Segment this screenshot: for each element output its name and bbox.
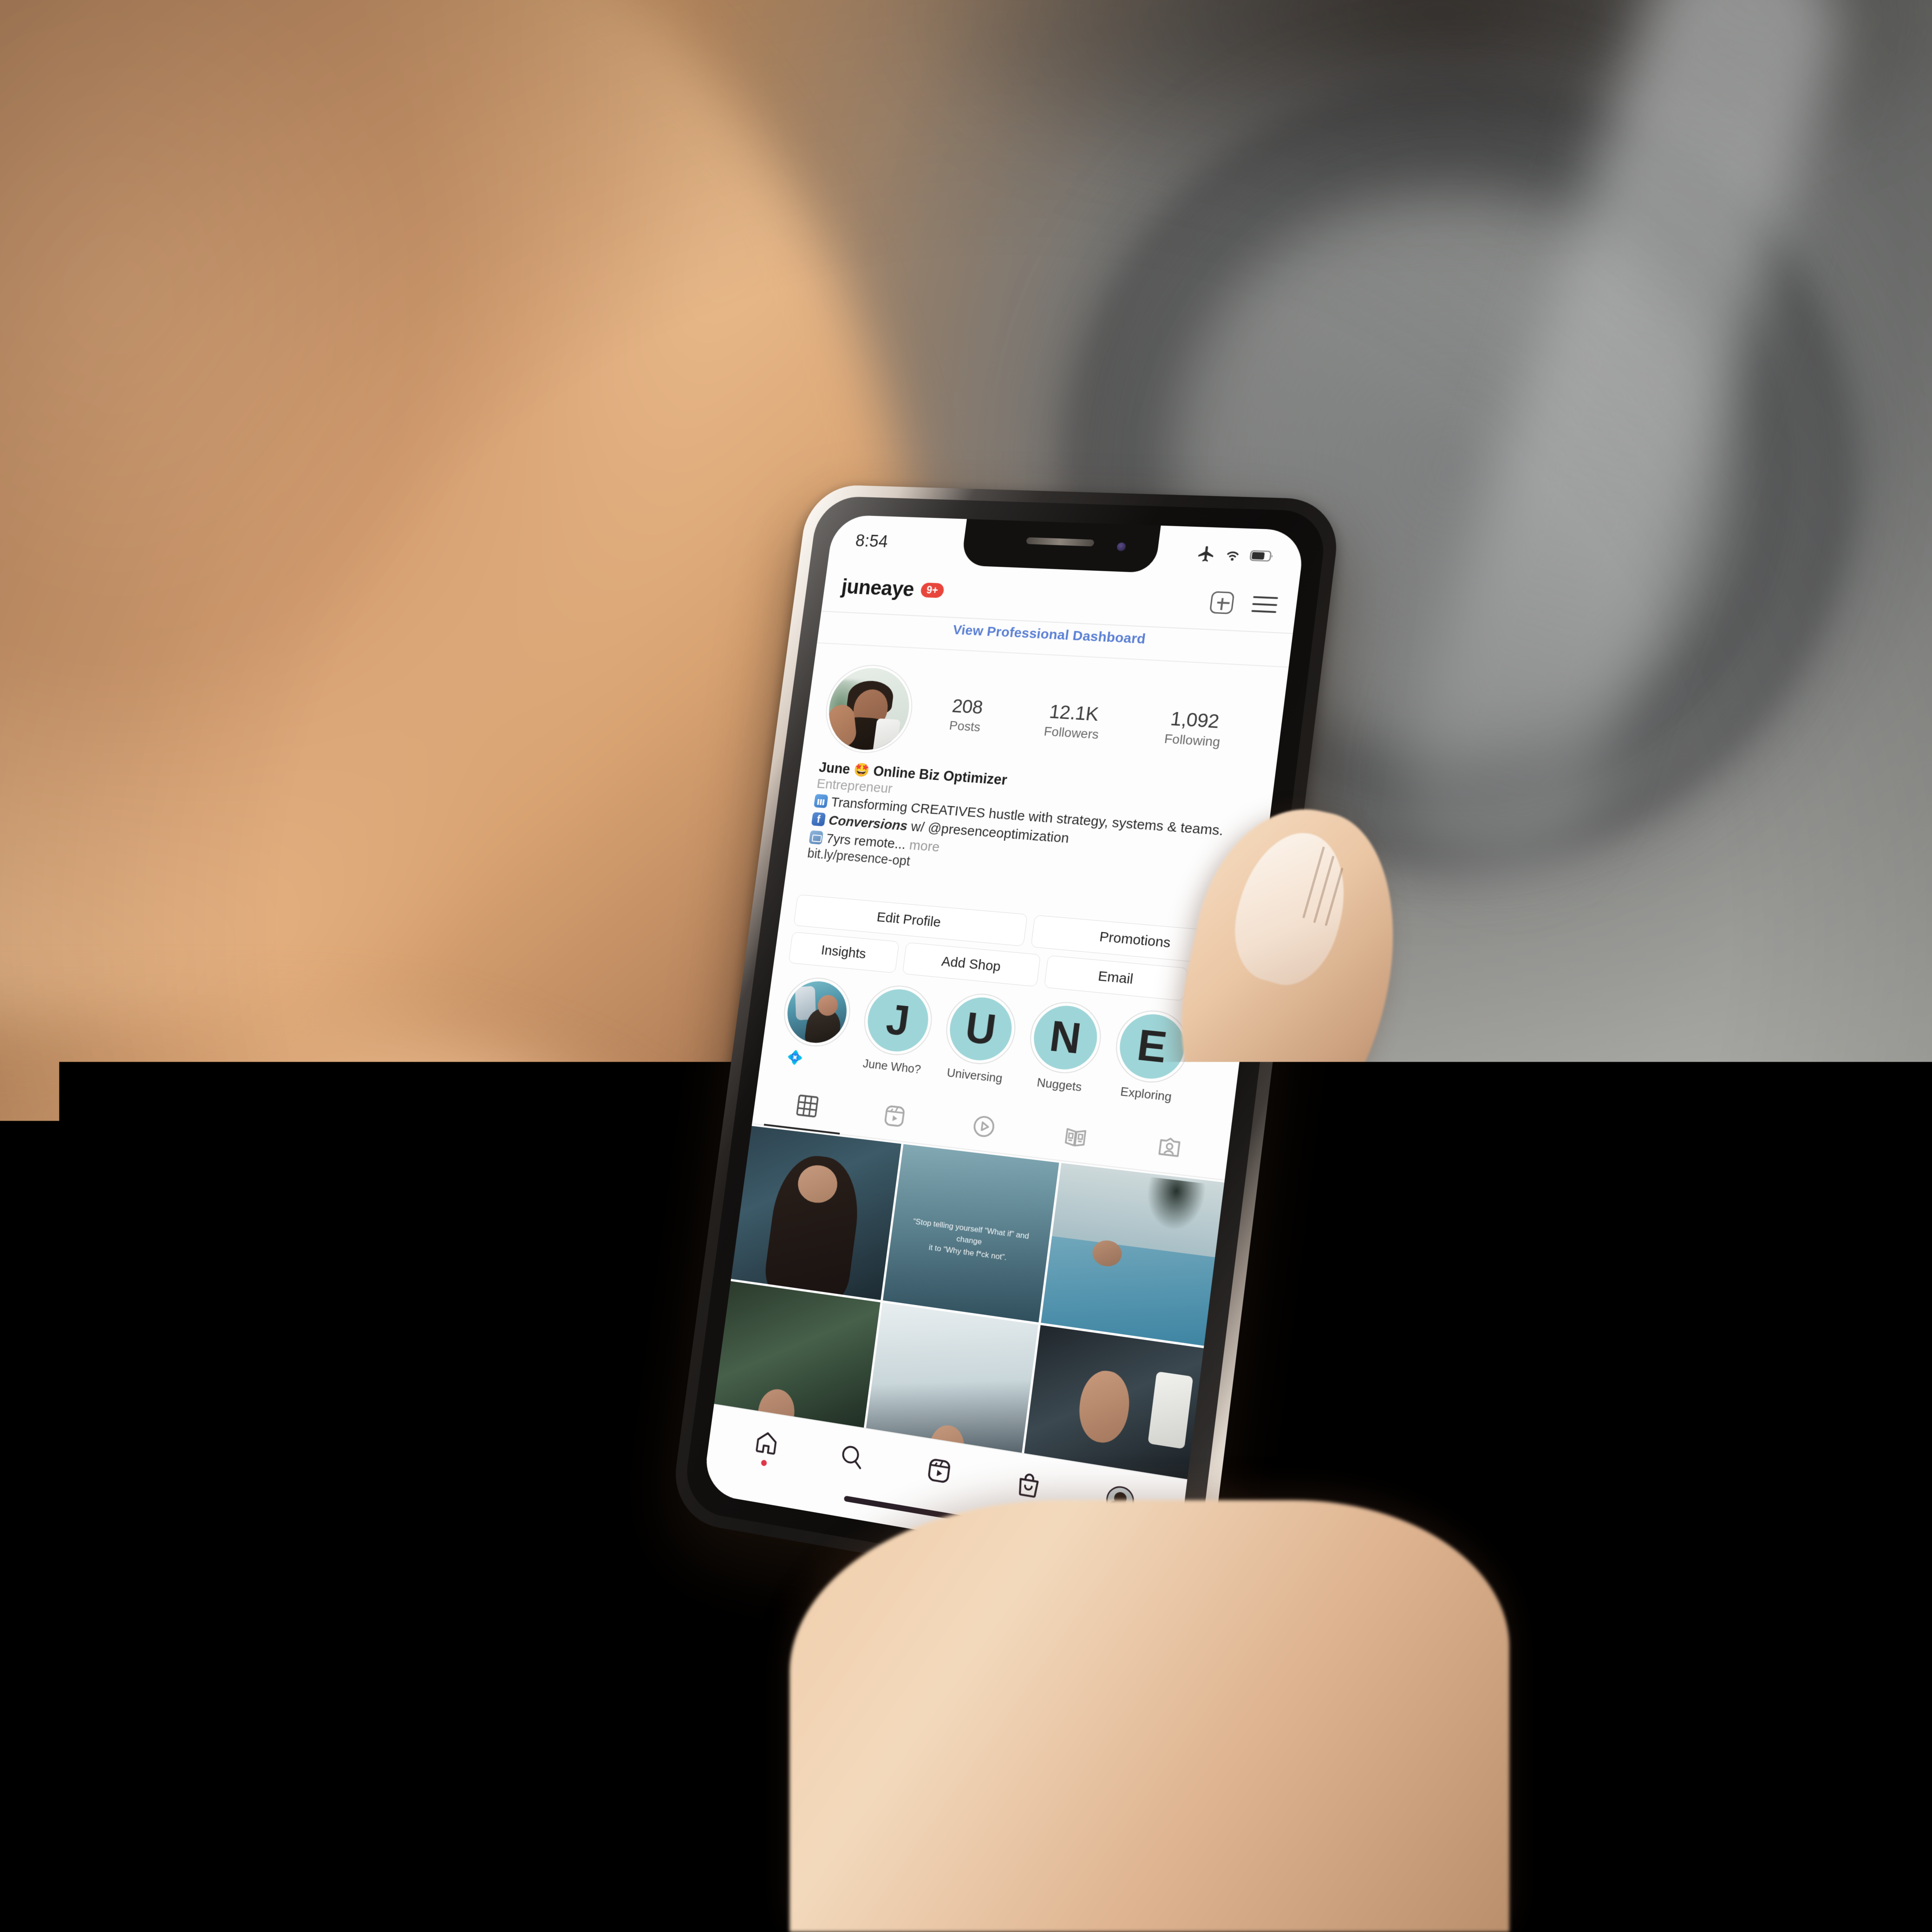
stat-followers[interactable]: 12.1K Followers [1043,700,1103,742]
add-shop-button[interactable]: Add Shop [902,942,1041,987]
highlight-cover-photo [783,979,850,1045]
sparkle-emoji: 💠 [786,1049,804,1067]
highlight-letter: J [884,999,912,1043]
burger-line [1251,610,1276,613]
email-button[interactable]: Email [1044,955,1188,1001]
reels-nav[interactable] [924,1455,954,1487]
highlight-item-photo[interactable]: 💠 [772,974,860,1069]
highlight-item-nuggets[interactable]: N Nuggets [1018,998,1111,1097]
earpiece-speaker [1026,537,1095,547]
highlight-letter: N [1047,1015,1083,1061]
username-area[interactable]: juneaye 9+ [840,574,945,603]
highlight-cover-letter: E [1116,1012,1188,1082]
stat-posts-label: Posts [948,718,981,735]
highlight-ring [780,975,855,1050]
battery-icon [1249,546,1276,566]
bio-more-link[interactable]: more [908,837,940,855]
stat-counters: 208 Posts 12.1K Followers 1,092 Followin… [909,693,1263,752]
shop-nav[interactable] [1013,1469,1044,1501]
highlight-ring: U [942,991,1019,1068]
highlight-cover-letter: N [1030,1003,1101,1072]
highlight-label: Exploring [1103,1083,1189,1106]
stat-posts-value: 208 [951,695,985,718]
grid-icon[interactable] [794,1092,821,1119]
inbox-emoji [809,830,823,844]
stat-posts[interactable]: 208 Posts [948,695,985,734]
highlight-letter: U [963,1006,998,1052]
reels-icon [924,1455,954,1487]
bio-line-2-emphasis: Conversions [828,813,908,834]
avatar-held-phone [873,718,901,752]
username-label: juneaye [840,574,915,601]
hamburger-menu-icon[interactable] [1251,596,1278,613]
highlight-ring: E [1112,1007,1193,1086]
photo-background: 8:54 juneaye 9+ View Professional Dashbo… [0,0,1932,1932]
avatar-image [824,666,914,752]
highlight-label: Universing [934,1064,1016,1087]
lower-palm [790,1500,1509,1932]
highlight-label [774,1046,850,1055]
guides-book-icon[interactable] [1061,1123,1090,1151]
highlight-ring: N [1026,999,1105,1077]
profile-avatar[interactable] [821,663,918,756]
airplane-mode-icon [1196,544,1217,563]
search-icon [837,1441,867,1472]
highlight-label: Nuggets [1018,1073,1102,1097]
stat-followers-label: Followers [1043,724,1100,742]
post-thumbnail-quote[interactable]: “Stop telling yourself “What if” and cha… [883,1144,1059,1322]
stat-following-value: 1,092 [1166,707,1224,733]
post-thumbnail[interactable] [731,1126,901,1300]
star-struck-emoji: 🤩 [853,762,870,778]
post-window [1148,1371,1194,1449]
highlight-ring: J [860,983,936,1058]
highlight-item-june-who[interactable]: J June Who? [852,982,942,1078]
highlight-letter: E [1135,1024,1169,1070]
home-icon [752,1427,781,1458]
header-icons [1209,591,1279,616]
notification-dot [761,1460,767,1467]
play-circle-icon[interactable] [970,1113,998,1141]
search-nav[interactable] [837,1441,867,1472]
stat-following-label: Following [1163,731,1221,750]
plus-square-icon[interactable] [1209,591,1235,614]
post-thumbnail[interactable] [1041,1163,1225,1346]
reels-icon[interactable] [881,1103,908,1130]
tagged-person-icon[interactable] [1155,1134,1184,1162]
wifi-icon [1222,545,1244,564]
stat-following[interactable]: 1,092 Following [1163,707,1224,750]
post-palm-trees [1138,1176,1210,1240]
bar-chart-emoji [814,794,828,808]
home-nav[interactable] [752,1427,781,1458]
highlight-cover-letter: U [946,995,1015,1064]
status-clock: 8:54 [855,526,890,552]
highlight-label: June Who? [852,1055,932,1078]
burger-line [1252,603,1277,606]
front-camera [1116,542,1126,551]
post-face [1075,1367,1133,1446]
highlight-cover-letter: J [864,986,932,1054]
shopping-bag-icon [1013,1469,1044,1501]
phone-notch [961,519,1161,573]
burger-line [1253,596,1278,599]
highlight-item-universing[interactable]: U Universing [934,990,1025,1087]
facebook-emoji: f [811,812,826,826]
status-icons [1196,539,1276,566]
bio-display-name: June [818,759,851,777]
insights-button[interactable]: Insights [789,932,900,973]
dm-badge: 9+ [920,582,945,598]
stat-followers-value: 12.1K [1045,700,1103,725]
